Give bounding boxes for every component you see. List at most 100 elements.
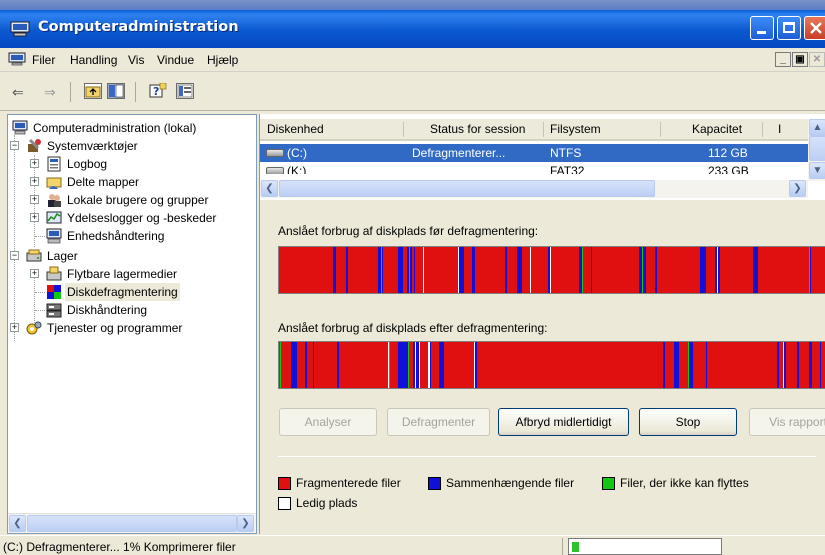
cluster-stripe — [360, 247, 369, 293]
cluster-stripe — [809, 342, 812, 388]
expand-icon[interactable]: + — [30, 195, 39, 204]
scroll-thumb[interactable] — [279, 180, 655, 197]
cluster-stripe — [583, 247, 588, 293]
cluster-stripe — [646, 247, 655, 293]
expand-icon[interactable]: + — [10, 323, 19, 332]
column-filesystem[interactable]: Filsystem — [550, 122, 601, 136]
forward-arrow-icon[interactable]: ⇒ — [44, 82, 56, 102]
menu-help[interactable]: Hjælp — [207, 53, 238, 67]
cluster-stripe — [412, 247, 414, 293]
cluster-stripe — [291, 342, 293, 388]
show-hide-tree-icon[interactable] — [107, 83, 125, 99]
column-divider[interactable] — [762, 122, 763, 137]
cluster-stripe — [297, 342, 304, 388]
cluster-stripe — [314, 247, 318, 293]
scroll-thumb[interactable] — [27, 515, 237, 532]
document-window-icon[interactable] — [8, 52, 26, 66]
cluster-stripe — [688, 342, 689, 388]
console-tree[interactable]: Computeradministration (lokal) − Systemv… — [7, 114, 257, 534]
cluster-stripe — [587, 342, 617, 388]
column-divider[interactable] — [403, 122, 404, 137]
column-free[interactable]: I — [778, 122, 781, 136]
menu-view[interactable]: Vis — [128, 53, 144, 67]
expand-icon[interactable]: + — [30, 269, 39, 278]
volume-horizontal-scrollbar[interactable]: ❮ ❯ — [260, 180, 808, 198]
child-restore-button[interactable]: ▣ — [792, 52, 808, 67]
cluster-stripe — [530, 247, 531, 293]
cluster-stripe — [468, 247, 472, 293]
cluster-stripe — [674, 247, 700, 293]
collapse-icon[interactable]: − — [10, 141, 19, 150]
expand-icon[interactable]: + — [30, 177, 39, 186]
expand-icon[interactable]: + — [30, 159, 39, 168]
minimize-button[interactable] — [750, 16, 774, 40]
cluster-stripe — [333, 342, 337, 388]
scroll-down-icon[interactable]: ▼ — [809, 162, 825, 179]
column-divider[interactable] — [660, 122, 661, 137]
volume-capacity: 233 GB — [708, 164, 749, 174]
volume-row[interactable]: (C:) Defragmenterer... NTFS 112 GB — [260, 144, 808, 162]
cluster-stripe — [464, 247, 468, 293]
menu-file[interactable]: Filer — [32, 53, 55, 67]
column-drive[interactable]: Diskenhed — [267, 122, 324, 136]
view-report-button[interactable]: Vis rapport — [749, 408, 825, 436]
stop-button[interactable]: Stop — [639, 408, 737, 436]
cluster-stripe — [424, 247, 458, 293]
cluster-stripe — [567, 342, 582, 388]
cluster-stripe — [769, 342, 777, 388]
cluster-stripe — [674, 342, 676, 388]
cluster-stripe — [820, 342, 821, 388]
tree-item-label: Delte mapper — [67, 175, 140, 189]
scroll-right-icon[interactable]: ❯ — [789, 180, 806, 197]
child-minimize-button[interactable]: _ — [775, 52, 791, 67]
cluster-stripe — [379, 247, 381, 293]
menu-action[interactable]: Handling — [70, 53, 117, 67]
cluster-stripe — [657, 342, 663, 388]
help-icon[interactable]: ? — [149, 82, 167, 99]
cluster-stripe — [416, 342, 419, 388]
scroll-up-icon[interactable]: ▲ — [809, 119, 825, 136]
cluster-stripe — [550, 247, 551, 293]
cluster-stripe — [389, 342, 390, 388]
cluster-stripe — [786, 342, 796, 388]
scroll-left-icon[interactable]: ❮ — [261, 180, 278, 197]
scroll-right-icon[interactable]: ❯ — [237, 515, 254, 532]
toolbar-separator — [135, 82, 136, 102]
menu-window[interactable]: Vindue — [157, 53, 194, 67]
menu-bar: Filer Handling Vis Vindue Hjælp _ ▣ ✕ — [0, 48, 825, 72]
scroll-left-icon[interactable]: ❮ — [9, 515, 26, 532]
cluster-stripe — [706, 342, 707, 388]
volume-capacity: 112 GB — [708, 146, 748, 160]
cluster-stripe — [335, 247, 336, 293]
cluster-stripe — [671, 247, 674, 293]
column-status[interactable]: Status for session — [430, 122, 525, 136]
defragment-button[interactable]: Defragmenter — [387, 408, 490, 436]
properties-icon[interactable] — [176, 83, 194, 99]
tree-horizontal-scrollbar[interactable]: ❮ ❯ — [8, 513, 256, 533]
up-level-icon[interactable] — [84, 83, 102, 99]
progress-fill — [572, 542, 579, 552]
maximize-button[interactable] — [777, 16, 801, 40]
column-capacity[interactable]: Kapacitet — [692, 122, 742, 136]
cluster-stripe — [407, 247, 409, 293]
cluster-stripe — [811, 247, 825, 293]
cluster-stripe — [539, 342, 567, 388]
analyze-button[interactable]: Analyser — [279, 408, 377, 436]
scroll-thumb[interactable] — [809, 136, 825, 161]
event-viewer-icon — [47, 156, 61, 172]
unmovable-swatch — [602, 477, 615, 490]
close-button[interactable] — [804, 16, 825, 40]
status-text: (C:) Defragmenterer... 1% Komprimerer fi… — [3, 540, 236, 554]
expand-icon[interactable]: + — [30, 213, 39, 222]
back-arrow-icon[interactable]: ⇐ — [12, 82, 24, 102]
toolbar: ⇐ ⇒ ? — [0, 73, 825, 111]
column-divider[interactable] — [543, 122, 544, 137]
volume-vertical-scrollbar[interactable]: ▲ ▼ — [808, 119, 825, 181]
collapse-icon[interactable]: − — [10, 251, 19, 260]
pause-button[interactable]: Afbryd midlertidigt — [498, 408, 629, 436]
cluster-stripe — [400, 247, 403, 293]
volume-row[interactable]: (K:) FAT32 233 GB — [260, 162, 808, 174]
cluster-stripe — [755, 247, 758, 293]
cluster-stripe — [399, 342, 400, 388]
child-close-button[interactable]: ✕ — [809, 52, 825, 67]
